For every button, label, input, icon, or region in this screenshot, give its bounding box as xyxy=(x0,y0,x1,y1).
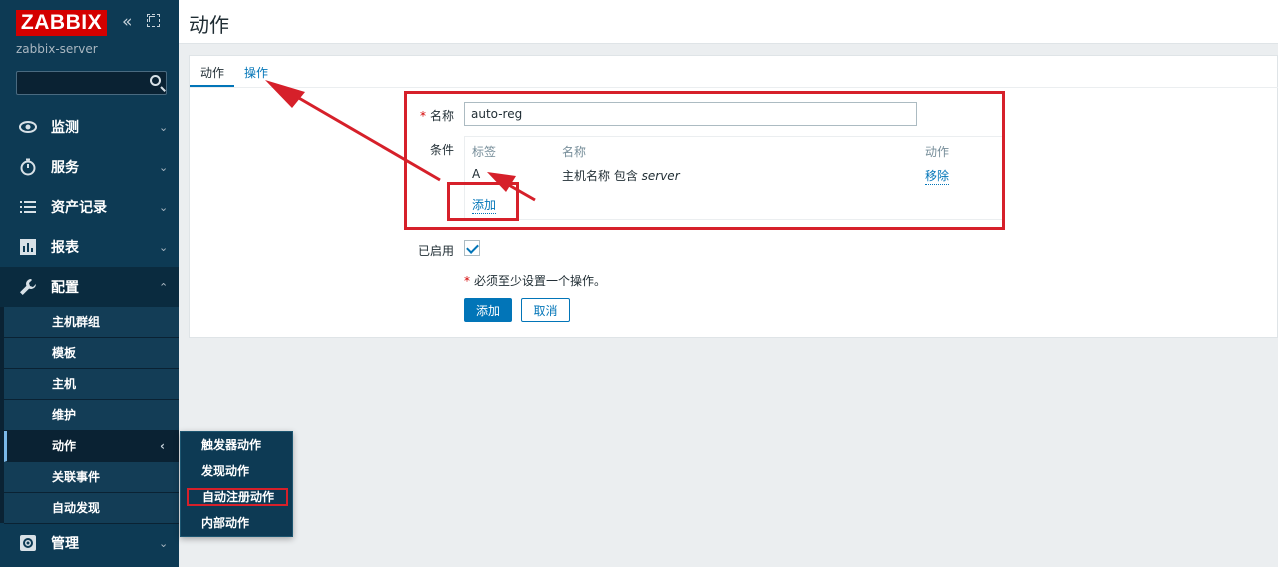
submenu-templates[interactable]: 模板 xyxy=(4,338,179,369)
operations-warning: * 必须至少设置一个操作。 xyxy=(464,272,606,289)
gear-icon xyxy=(19,534,37,552)
nav-label: 资产记录 xyxy=(51,200,107,216)
collapse-sidebar-icon[interactable]: « xyxy=(122,12,132,32)
flyout-autoregistration-actions[interactable]: 自动注册动作 xyxy=(187,488,288,506)
tab-operations[interactable]: 操作 xyxy=(244,64,268,81)
chart-icon xyxy=(19,238,37,256)
cancel-button[interactable]: 取消 xyxy=(521,298,570,322)
actions-flyout-menu: 触发器动作 发现动作 自动注册动作 内部动作 xyxy=(180,431,293,537)
server-name: zabbix-server xyxy=(16,42,98,56)
wrench-icon xyxy=(19,278,37,296)
nav-label: 服务 xyxy=(51,160,79,176)
submenu-maintenance[interactable]: 维护 xyxy=(4,400,179,431)
chevron-down-icon: ⌄ xyxy=(159,160,169,174)
flyout-trigger-actions[interactable]: 触发器动作 xyxy=(181,432,292,458)
active-tab-indicator xyxy=(190,85,234,87)
submenu-label: 动作 xyxy=(52,439,77,453)
chevron-down-icon: ⌄ xyxy=(159,240,169,254)
nav-administration[interactable]: 管理 ⌄ xyxy=(0,523,179,563)
flyout-internal-actions[interactable]: 内部动作 xyxy=(181,510,292,536)
chevron-left-icon: ‹ xyxy=(160,439,165,453)
enabled-checkbox[interactable] xyxy=(464,240,480,256)
nav-label: 配置 xyxy=(51,280,79,296)
nav-inventory[interactable]: 资产记录 ⌄ xyxy=(0,187,179,227)
submenu-host-groups[interactable]: 主机群组 xyxy=(4,307,179,338)
nav-label: 监测 xyxy=(51,120,79,136)
kiosk-mode-icon[interactable] xyxy=(147,14,160,27)
nav-label: 报表 xyxy=(51,240,79,256)
flyout-discovery-actions[interactable]: 发现动作 xyxy=(181,458,292,484)
tab-bar: 动作 操作 xyxy=(190,56,1278,88)
nav-monitoring[interactable]: 监测 ⌄ xyxy=(0,107,179,147)
stopwatch-icon xyxy=(19,158,37,176)
chevron-up-icon: ⌃ xyxy=(159,280,169,294)
chevron-down-icon: ⌄ xyxy=(159,200,169,214)
page-title: 动作 xyxy=(189,13,229,37)
nav-reports[interactable]: 报表 ⌄ xyxy=(0,227,179,267)
add-button[interactable]: 添加 xyxy=(464,298,512,322)
page-header: 动作 xyxy=(179,0,1278,44)
chevron-down-icon: ⌄ xyxy=(159,536,169,550)
submenu-hosts[interactable]: 主机 xyxy=(4,369,179,400)
zabbix-logo[interactable]: ZABBIX xyxy=(16,10,107,36)
search-icon[interactable] xyxy=(150,75,161,86)
submenu-actions[interactable]: 动作 ‹ xyxy=(4,431,179,462)
list-icon xyxy=(19,198,37,216)
chevron-down-icon: ⌄ xyxy=(159,120,169,134)
required-asterisk: * xyxy=(464,274,470,288)
submenu-discovery[interactable]: 自动发现 xyxy=(4,493,179,524)
nav-configuration[interactable]: 配置 ⌃ xyxy=(0,267,179,307)
submenu-correlation[interactable]: 关联事件 xyxy=(4,462,179,493)
tab-action[interactable]: 动作 xyxy=(200,64,224,81)
warning-text: 必须至少设置一个操作。 xyxy=(474,274,607,288)
nav-services[interactable]: 服务 ⌄ xyxy=(0,147,179,187)
sidebar-search-input[interactable] xyxy=(16,71,167,95)
eye-icon xyxy=(19,118,37,136)
nav-label: 管理 xyxy=(51,536,79,552)
configuration-submenu: 主机群组 模板 主机 维护 动作 ‹ 关联事件 自动发现 xyxy=(0,307,179,524)
sidebar: ZABBIX « zabbix-server 监测 ⌄ 服务 ⌄ 资产记录 ⌄ … xyxy=(0,0,179,567)
highlight-box-add-link xyxy=(447,182,519,221)
enabled-label: 已启用 xyxy=(418,244,455,258)
